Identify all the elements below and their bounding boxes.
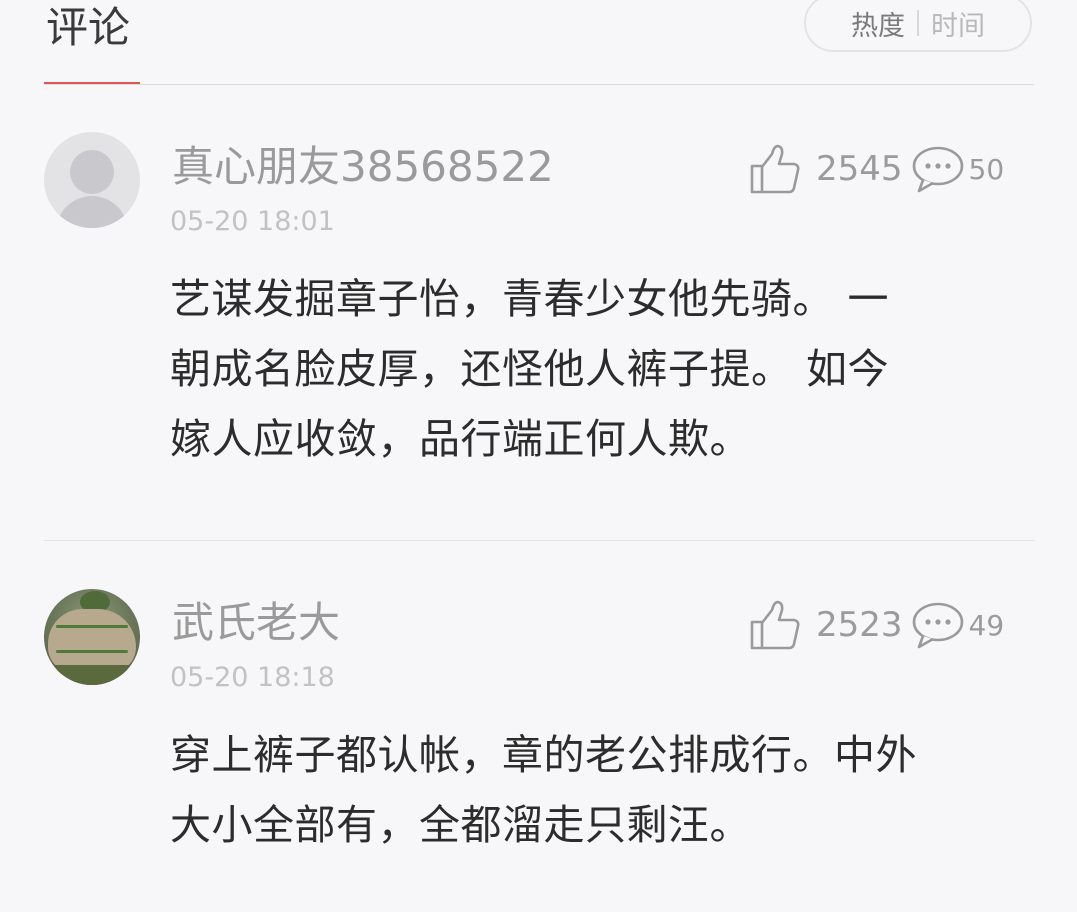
comment-body: 艺谋发掘章子怡，青春少女他先骑。 一 朝成名脸皮厚，还怪他人裤子提。 如今 嫁人… <box>170 264 1040 474</box>
thumbs-up-icon[interactable] <box>748 142 802 196</box>
sort-by-hot-button[interactable]: 热度 <box>839 4 917 43</box>
comment-line: 朝成名脸皮厚，还怪他人裤子提。 如今 <box>170 345 890 393</box>
reply-count: 49 <box>968 608 1005 642</box>
sort-toggle: 热度 时间 <box>804 0 1032 52</box>
comment-divider <box>44 540 1034 541</box>
page-title: 评论 <box>46 3 131 52</box>
speech-bubble-icon[interactable] <box>911 600 965 650</box>
comment-username[interactable]: 真心朋友38568522 <box>172 142 554 192</box>
comment-body: 穿上裤子都认帐，章的老公排成行。中外 大小全部有，全都溜走只剩汪。 <box>170 720 1040 860</box>
comment-line: 穿上裤子都认帐，章的老公排成行。中外 <box>170 731 917 779</box>
comment-timestamp: 05-20 18:18 <box>170 662 335 693</box>
default-avatar-shoulders <box>56 196 128 228</box>
comment-stats: 2523 49 <box>748 600 1004 650</box>
avatar[interactable] <box>44 132 140 228</box>
speech-bubble-icon[interactable] <box>911 144 965 194</box>
comment-line: 大小全部有，全都溜走只剩汪。 <box>170 801 751 849</box>
avatar[interactable] <box>44 589 140 685</box>
comment-username[interactable]: 武氏老大 <box>172 598 340 648</box>
comment-stats: 2545 50 <box>748 144 1004 194</box>
comment-timestamp: 05-20 18:01 <box>170 206 335 237</box>
header-divider <box>44 84 1034 85</box>
thumbs-up-icon[interactable] <box>748 598 802 652</box>
like-count: 2545 <box>816 149 903 189</box>
default-avatar-head <box>70 150 114 194</box>
comment-line: 嫁人应收敛，品行端正何人欺。 <box>170 415 751 463</box>
avatar-ground <box>44 665 140 685</box>
sort-by-time-button[interactable]: 时间 <box>919 4 997 43</box>
reply-count: 50 <box>968 152 1005 186</box>
avatar-inscription <box>56 625 128 653</box>
comments-header: 评论 热度 时间 <box>0 0 1077 86</box>
like-count: 2523 <box>816 605 903 645</box>
comment-line: 艺谋发掘章子怡，青春少女他先骑。 一 <box>170 275 890 323</box>
